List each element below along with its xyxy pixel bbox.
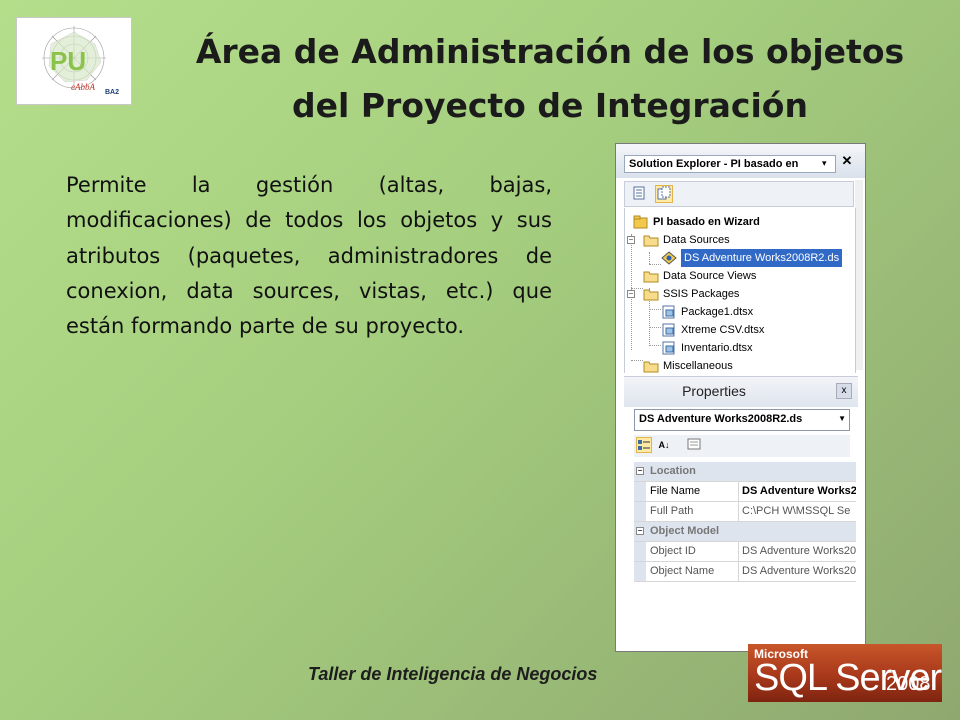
folder-icon	[643, 269, 659, 289]
svg-text:PU: PU	[50, 46, 86, 76]
property-row[interactable]: File Name DS Adventure Works2008R2.ds	[634, 482, 856, 502]
object-selector-dropdown[interactable]: DS Adventure Works2008R2.ds ▼	[634, 409, 850, 431]
scrollbar[interactable]	[855, 180, 863, 370]
package-icon	[661, 305, 677, 325]
properties-header: Properties x	[624, 376, 858, 407]
tree-label: Data Sources	[663, 234, 730, 246]
property-value[interactable]: DS Adventure Works2008R2	[738, 542, 856, 561]
property-name: Full Path	[650, 505, 694, 517]
tree-label: Package1.dtsx	[681, 306, 754, 318]
chevron-down-icon: ▼	[838, 414, 846, 423]
solution-explorer-header: Solution Explorer - PI basado en ▾ ✕	[616, 144, 865, 178]
logo-year-text: 2008	[886, 673, 931, 695]
title-line-1: Área de Administración de los objetos	[195, 32, 905, 71]
property-grid: − Location File Name DS Adventure Works2…	[634, 462, 856, 582]
solution-explorer-title: Solution Explorer - PI basado en	[624, 155, 836, 173]
tree-label: Miscellaneous	[663, 360, 733, 372]
tree-label: Inventario.dtsx	[681, 342, 753, 354]
collapse-icon[interactable]: −	[627, 236, 635, 244]
properties-title: Properties	[682, 383, 746, 399]
project-icon	[633, 215, 649, 235]
property-row[interactable]: Object Name DS Adventure Works2008R2	[634, 562, 856, 582]
show-all-files-icon[interactable]	[655, 185, 673, 203]
collapse-icon[interactable]: −	[627, 290, 635, 298]
property-name: File Name	[650, 485, 701, 497]
category-name: Location	[650, 465, 696, 477]
sql-server-logo: Microsoft SQL Server 2008	[748, 644, 942, 702]
svg-text:eAbbA: eAbbA	[71, 82, 95, 92]
solution-explorer-toolbar	[624, 181, 854, 207]
category-name: Object Model	[650, 525, 720, 537]
radar-logo-icon: PU eAbbA BA2	[42, 26, 119, 96]
slide-footer: Taller de Inteligencia de Negocios	[308, 664, 598, 684]
course-logo: PU eAbbA BA2	[16, 17, 132, 105]
folder-icon	[643, 287, 659, 307]
alphabetical-icon[interactable]: A↓	[656, 437, 672, 453]
property-value[interactable]: DS Adventure Works2008R2	[738, 562, 856, 581]
close-icon[interactable]: x	[836, 383, 852, 399]
svg-text:BA2: BA2	[105, 89, 119, 96]
close-icon[interactable]: ✕	[840, 154, 854, 168]
title-line-2: del Proyecto de Integración	[292, 86, 808, 125]
property-pages-icon[interactable]	[686, 437, 702, 453]
property-value[interactable]: DS Adventure Works2008R2.ds	[738, 482, 856, 501]
tree-label: PI basado en Wizard	[653, 216, 760, 228]
categorized-icon[interactable]	[636, 437, 652, 453]
tree-label: Xtreme CSV.dtsx	[681, 324, 765, 336]
properties-toolbar: A↓	[634, 435, 850, 457]
properties-icon[interactable]	[631, 185, 649, 203]
package-icon	[661, 323, 677, 343]
property-name: Object Name	[650, 565, 715, 577]
folder-icon	[643, 233, 659, 253]
solution-tree: PI basado en Wizard − Data Sources DS Ad…	[624, 208, 856, 373]
slide-title: Área de Administración de los objetos de…	[150, 25, 950, 133]
tree-label: Data Source Views	[663, 270, 757, 282]
property-name: Object ID	[650, 545, 696, 557]
property-row[interactable]: Object ID DS Adventure Works2008R2	[634, 542, 856, 562]
tree-label: DS Adventure Works2008R2.ds	[681, 249, 843, 267]
category-row-location[interactable]: − Location	[634, 462, 856, 482]
selected-object-value: DS Adventure Works2008R2.ds	[639, 413, 803, 425]
slide-body-text: Permite la gestión (altas, bajas, modifi…	[66, 173, 552, 339]
pin-dropdown-icon[interactable]: ▾	[822, 158, 832, 168]
collapse-icon[interactable]: −	[636, 467, 644, 475]
vs-screenshot-panel: t Solution Explorer - PI basado en ▾ ✕ P…	[615, 143, 866, 652]
property-row[interactable]: Full Path C:\PCH W\MSSQL Se	[634, 502, 856, 522]
category-row-object-model[interactable]: − Object Model	[634, 522, 856, 542]
property-value[interactable]: C:\PCH W\MSSQL Se	[738, 502, 856, 521]
tree-label: SSIS Packages	[663, 288, 740, 300]
collapse-icon[interactable]: −	[636, 527, 644, 535]
